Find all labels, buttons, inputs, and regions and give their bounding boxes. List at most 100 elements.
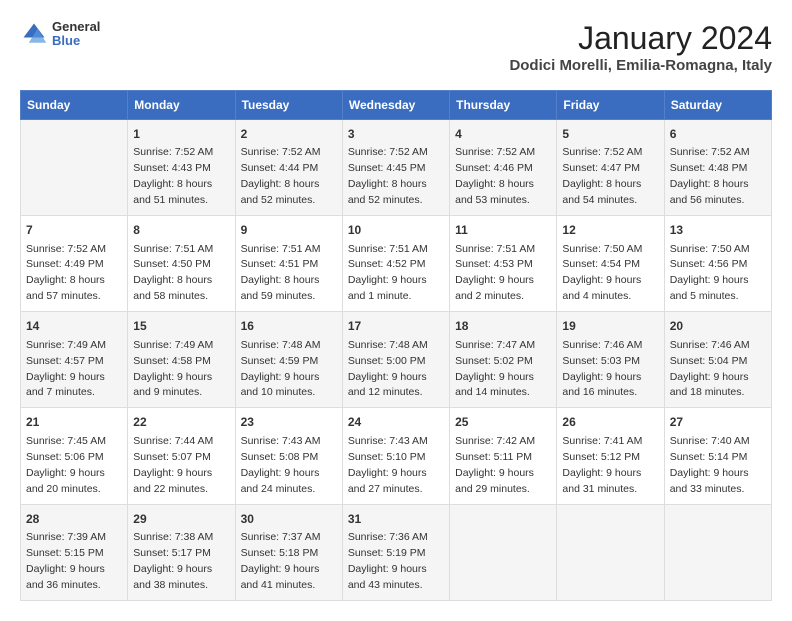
logo-text: General Blue	[52, 20, 100, 49]
header-cell-thursday: Thursday	[450, 91, 557, 120]
day-cell: 17 Sunrise: 7:48 AM Sunset: 5:00 PM Dayli…	[342, 312, 449, 408]
week-row-4: 21 Sunrise: 7:45 AM Sunset: 5:06 PM Dayli…	[21, 408, 772, 504]
day-info: Sunrise: 7:40 AM Sunset: 5:14 PM Dayligh…	[670, 435, 750, 495]
day-cell: 18 Sunrise: 7:47 AM Sunset: 5:02 PM Dayli…	[450, 312, 557, 408]
day-number: 6	[670, 126, 766, 143]
day-info: Sunrise: 7:50 AM Sunset: 4:54 PM Dayligh…	[562, 243, 642, 303]
day-cell: 5 Sunrise: 7:52 AM Sunset: 4:47 PM Daylig…	[557, 120, 664, 216]
day-cell: 20 Sunrise: 7:46 AM Sunset: 5:04 PM Dayli…	[664, 312, 771, 408]
day-cell: 24 Sunrise: 7:43 AM Sunset: 5:10 PM Dayli…	[342, 408, 449, 504]
day-number: 18	[455, 318, 551, 335]
day-info: Sunrise: 7:41 AM Sunset: 5:12 PM Dayligh…	[562, 435, 642, 495]
header-cell-tuesday: Tuesday	[235, 91, 342, 120]
day-info: Sunrise: 7:51 AM Sunset: 4:51 PM Dayligh…	[241, 243, 321, 303]
day-info: Sunrise: 7:52 AM Sunset: 4:44 PM Dayligh…	[241, 146, 321, 206]
day-cell: 15 Sunrise: 7:49 AM Sunset: 4:58 PM Dayli…	[128, 312, 235, 408]
header-cell-monday: Monday	[128, 91, 235, 120]
day-cell: 4 Sunrise: 7:52 AM Sunset: 4:46 PM Daylig…	[450, 120, 557, 216]
day-cell: 22 Sunrise: 7:44 AM Sunset: 5:07 PM Dayli…	[128, 408, 235, 504]
day-info: Sunrise: 7:44 AM Sunset: 5:07 PM Dayligh…	[133, 435, 213, 495]
day-info: Sunrise: 7:37 AM Sunset: 5:18 PM Dayligh…	[241, 531, 321, 591]
day-cell: 6 Sunrise: 7:52 AM Sunset: 4:48 PM Daylig…	[664, 120, 771, 216]
day-cell: 31 Sunrise: 7:36 AM Sunset: 5:19 PM Dayli…	[342, 504, 449, 600]
day-info: Sunrise: 7:50 AM Sunset: 4:56 PM Dayligh…	[670, 243, 750, 303]
day-info: Sunrise: 7:52 AM Sunset: 4:48 PM Dayligh…	[670, 146, 750, 206]
day-number: 5	[562, 126, 658, 143]
day-cell: 11 Sunrise: 7:51 AM Sunset: 4:53 PM Dayli…	[450, 216, 557, 312]
day-number: 15	[133, 318, 229, 335]
day-cell: 16 Sunrise: 7:48 AM Sunset: 4:59 PM Dayli…	[235, 312, 342, 408]
day-cell: 7Sunrise: 7:52 AM Sunset: 4:49 PM Daylig…	[21, 216, 128, 312]
day-info: Sunrise: 7:51 AM Sunset: 4:50 PM Dayligh…	[133, 243, 213, 303]
day-number: 24	[348, 414, 444, 431]
header-cell-saturday: Saturday	[664, 91, 771, 120]
day-number: 11	[455, 222, 551, 239]
day-info: Sunrise: 7:45 AM Sunset: 5:06 PM Dayligh…	[26, 435, 106, 495]
day-cell: 9 Sunrise: 7:51 AM Sunset: 4:51 PM Daylig…	[235, 216, 342, 312]
day-number: 12	[562, 222, 658, 239]
day-info: Sunrise: 7:52 AM Sunset: 4:45 PM Dayligh…	[348, 146, 428, 206]
calendar-header: SundayMondayTuesdayWednesdayThursdayFrid…	[21, 91, 772, 120]
logo-icon	[20, 20, 48, 48]
day-cell: 30 Sunrise: 7:37 AM Sunset: 5:18 PM Dayli…	[235, 504, 342, 600]
page-header: General Blue January 2024 Dodici Morelli…	[20, 20, 772, 74]
day-info: Sunrise: 7:52 AM Sunset: 4:47 PM Dayligh…	[562, 146, 642, 206]
day-number: 16	[241, 318, 337, 335]
day-number: 27	[670, 414, 766, 431]
day-number: 28	[26, 511, 122, 528]
title-block: January 2024 Dodici Morelli, Emilia-Roma…	[509, 20, 772, 74]
day-number: 9	[241, 222, 337, 239]
day-info: Sunrise: 7:48 AM Sunset: 4:59 PM Dayligh…	[241, 339, 321, 399]
day-cell: 25Sunrise: 7:42 AM Sunset: 5:11 PM Dayli…	[450, 408, 557, 504]
day-info: Sunrise: 7:36 AM Sunset: 5:19 PM Dayligh…	[348, 531, 428, 591]
main-title: January 2024	[509, 20, 772, 57]
day-number: 1	[133, 126, 229, 143]
day-info: Sunrise: 7:42 AM Sunset: 5:11 PM Dayligh…	[455, 435, 535, 495]
day-number: 10	[348, 222, 444, 239]
day-info: Sunrise: 7:51 AM Sunset: 4:53 PM Dayligh…	[455, 243, 535, 303]
day-number: 2	[241, 126, 337, 143]
day-info: Sunrise: 7:46 AM Sunset: 5:04 PM Dayligh…	[670, 339, 750, 399]
day-number: 30	[241, 511, 337, 528]
day-cell: 12 Sunrise: 7:50 AM Sunset: 4:54 PM Dayli…	[557, 216, 664, 312]
header-cell-wednesday: Wednesday	[342, 91, 449, 120]
day-cell: 27 Sunrise: 7:40 AM Sunset: 5:14 PM Dayli…	[664, 408, 771, 504]
day-cell: 10Sunrise: 7:51 AM Sunset: 4:52 PM Dayli…	[342, 216, 449, 312]
day-cell: 26 Sunrise: 7:41 AM Sunset: 5:12 PM Dayli…	[557, 408, 664, 504]
day-number: 31	[348, 511, 444, 528]
day-info: Sunrise: 7:49 AM Sunset: 4:58 PM Dayligh…	[133, 339, 213, 399]
day-number: 20	[670, 318, 766, 335]
day-info: Sunrise: 7:39 AM Sunset: 5:15 PM Dayligh…	[26, 531, 106, 591]
week-row-3: 14 Sunrise: 7:49 AM Sunset: 4:57 PM Dayli…	[21, 312, 772, 408]
day-number: 22	[133, 414, 229, 431]
day-info: Sunrise: 7:49 AM Sunset: 4:57 PM Dayligh…	[26, 339, 106, 399]
day-cell: 8 Sunrise: 7:51 AM Sunset: 4:50 PM Daylig…	[128, 216, 235, 312]
day-info: Sunrise: 7:47 AM Sunset: 5:02 PM Dayligh…	[455, 339, 535, 399]
day-cell: 21 Sunrise: 7:45 AM Sunset: 5:06 PM Dayli…	[21, 408, 128, 504]
day-number: 21	[26, 414, 122, 431]
day-info: Sunrise: 7:43 AM Sunset: 5:08 PM Dayligh…	[241, 435, 321, 495]
header-cell-sunday: Sunday	[21, 91, 128, 120]
day-number: 3	[348, 126, 444, 143]
day-number: 17	[348, 318, 444, 335]
calendar-body: 1 Sunrise: 7:52 AM Sunset: 4:43 PM Daylig…	[21, 120, 772, 601]
day-info: Sunrise: 7:48 AM Sunset: 5:00 PM Dayligh…	[348, 339, 428, 399]
day-info: Sunrise: 7:52 AM Sunset: 4:46 PM Dayligh…	[455, 146, 535, 206]
day-number: 14	[26, 318, 122, 335]
day-number: 26	[562, 414, 658, 431]
day-number: 8	[133, 222, 229, 239]
day-info: Sunrise: 7:46 AM Sunset: 5:03 PM Dayligh…	[562, 339, 642, 399]
day-cell: 29Sunrise: 7:38 AM Sunset: 5:17 PM Dayli…	[128, 504, 235, 600]
day-info: Sunrise: 7:52 AM Sunset: 4:49 PM Dayligh…	[26, 243, 106, 303]
day-info: Sunrise: 7:43 AM Sunset: 5:10 PM Dayligh…	[348, 435, 428, 495]
day-cell: 28 Sunrise: 7:39 AM Sunset: 5:15 PM Dayli…	[21, 504, 128, 600]
week-row-1: 1 Sunrise: 7:52 AM Sunset: 4:43 PM Daylig…	[21, 120, 772, 216]
day-info: Sunrise: 7:52 AM Sunset: 4:43 PM Dayligh…	[133, 146, 213, 206]
logo: General Blue	[20, 20, 100, 49]
day-cell: 19Sunrise: 7:46 AM Sunset: 5:03 PM Dayli…	[557, 312, 664, 408]
day-cell	[450, 504, 557, 600]
day-number: 29	[133, 511, 229, 528]
calendar-table: SundayMondayTuesdayWednesdayThursdayFrid…	[20, 90, 772, 601]
day-number: 4	[455, 126, 551, 143]
header-cell-friday: Friday	[557, 91, 664, 120]
